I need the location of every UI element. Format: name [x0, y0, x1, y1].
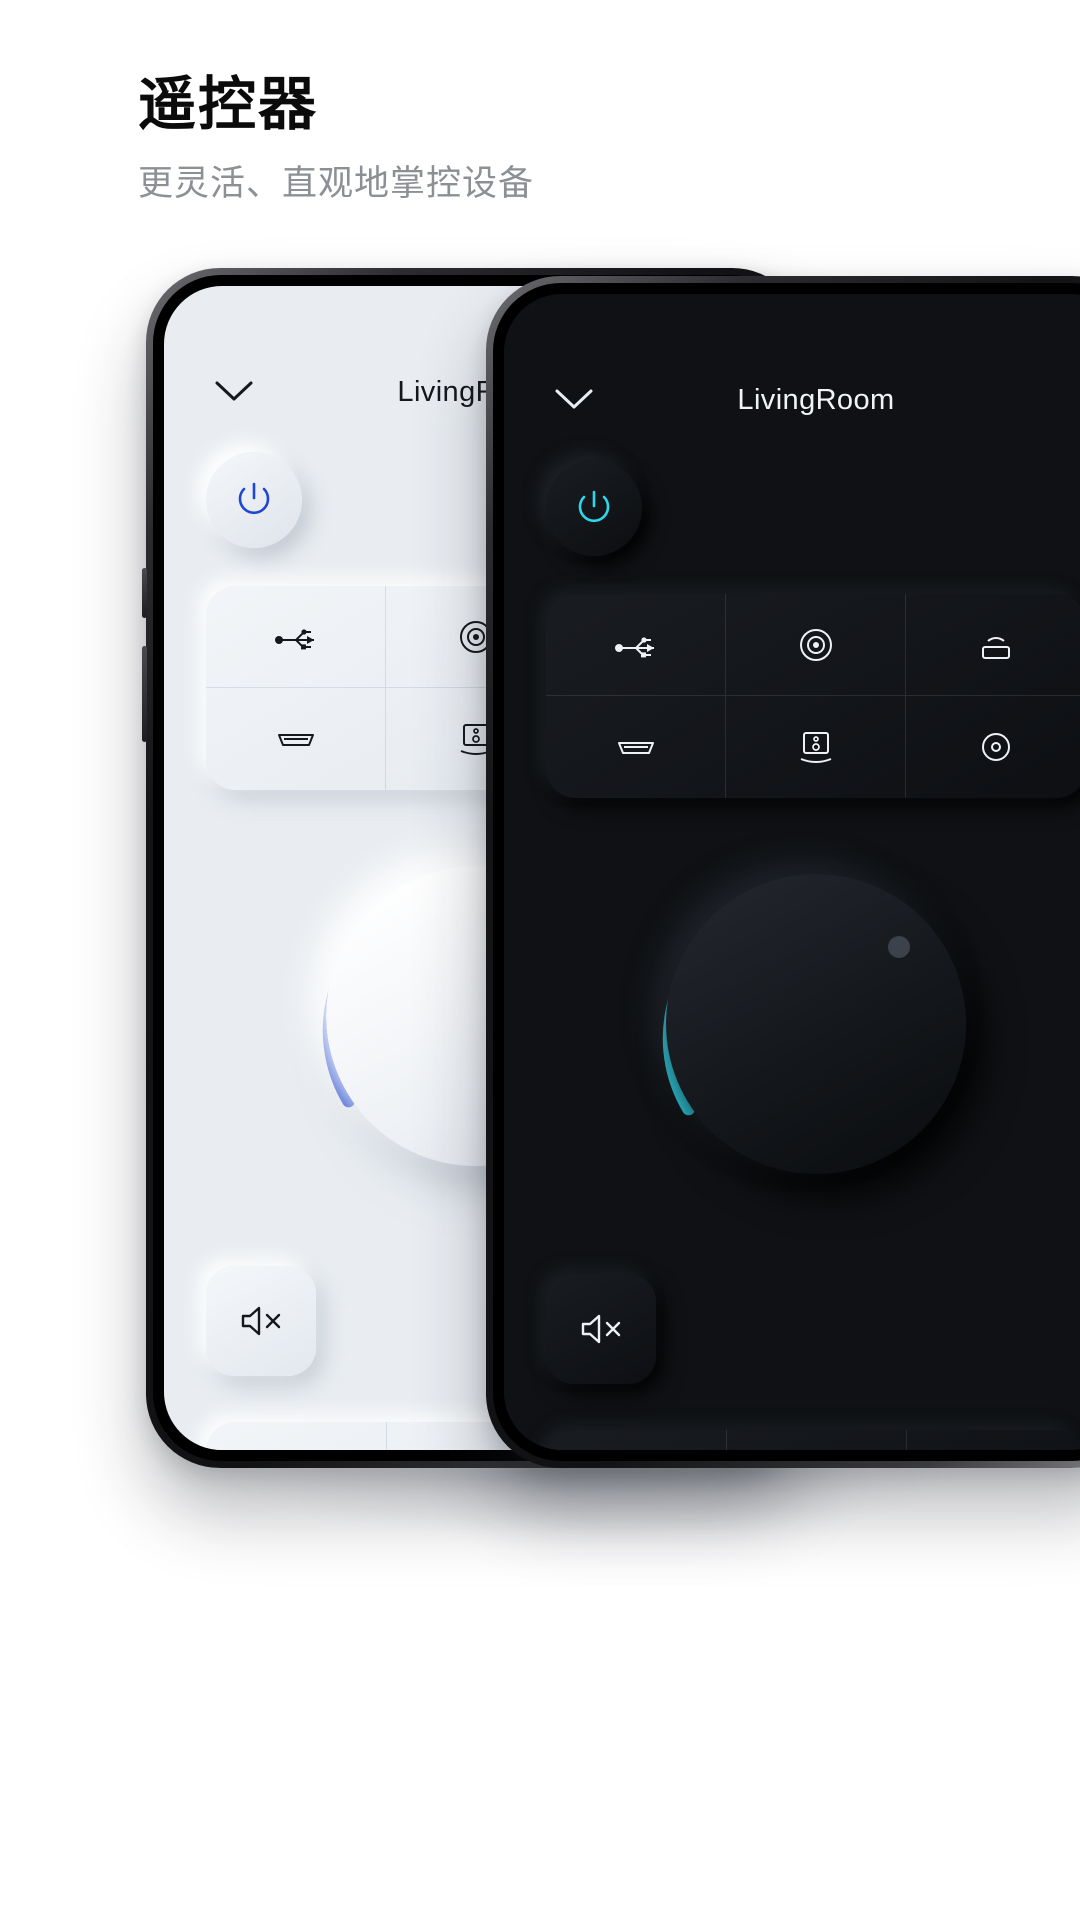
hdmi-icon — [277, 734, 314, 746]
mute-icon — [581, 1314, 621, 1344]
power-button-wrap — [546, 460, 642, 556]
volume-knob-face[interactable] — [666, 874, 966, 1174]
output-button-auto-1[interactable]: AUTO — [726, 1430, 906, 1450]
phone-bezel: LivingRoom — [493, 283, 1080, 1461]
source-grid — [546, 594, 1080, 798]
usb-icon — [614, 636, 654, 657]
power-button[interactable] — [546, 460, 642, 556]
app-topbar: LivingRoom — [504, 372, 1080, 428]
mute-button[interactable] — [546, 1274, 656, 1384]
output-button-auto-2[interactable]: AUTO — [906, 1430, 1080, 1450]
source-button-speaker[interactable] — [726, 696, 906, 798]
remote-ui-dark: LivingRoom — [504, 294, 1080, 1450]
optical-disc-icon — [799, 628, 832, 661]
volume-knob-indicator — [888, 936, 910, 958]
mute-icon — [241, 1306, 281, 1336]
volume-knob[interactable] — [616, 824, 1016, 1224]
power-icon — [238, 482, 270, 515]
room-title: LivingRoom — [737, 383, 895, 416]
source-button-usb[interactable] — [206, 586, 386, 688]
phone-mockup-dark: LivingRoom — [486, 276, 1080, 1468]
source-button-coax[interactable] — [726, 594, 906, 696]
output-button-unbalanced[interactable]: Unbalanced — [546, 1430, 726, 1450]
source-button-aux[interactable] — [906, 696, 1080, 798]
source-button-network[interactable] — [906, 594, 1080, 696]
network-icon — [982, 636, 1010, 659]
power-button-wrap — [206, 452, 302, 548]
app-screen-dark: LivingRoom — [504, 294, 1080, 1450]
output-button-headphones[interactable]: Headphones — [206, 1422, 386, 1450]
source-button-hdmi[interactable] — [546, 696, 726, 798]
phone-mockup-stage: LivingRoom LivingRoom — [0, 0, 1080, 1920]
aux-icon — [982, 733, 1010, 761]
source-button-usb[interactable] — [546, 594, 726, 696]
power-button[interactable] — [206, 452, 302, 548]
speaker-icon — [800, 732, 831, 763]
phone-reflection — [230, 1468, 950, 1538]
source-button-hdmi[interactable] — [206, 688, 386, 790]
mute-button[interactable] — [206, 1266, 316, 1376]
power-icon — [578, 490, 610, 523]
phone-side-button — [142, 568, 147, 618]
hdmi-icon — [617, 742, 654, 754]
output-bar: Unbalanced AUTO AUTO — [546, 1430, 1080, 1450]
phone-volume-button — [142, 646, 147, 742]
usb-icon — [274, 628, 314, 649]
